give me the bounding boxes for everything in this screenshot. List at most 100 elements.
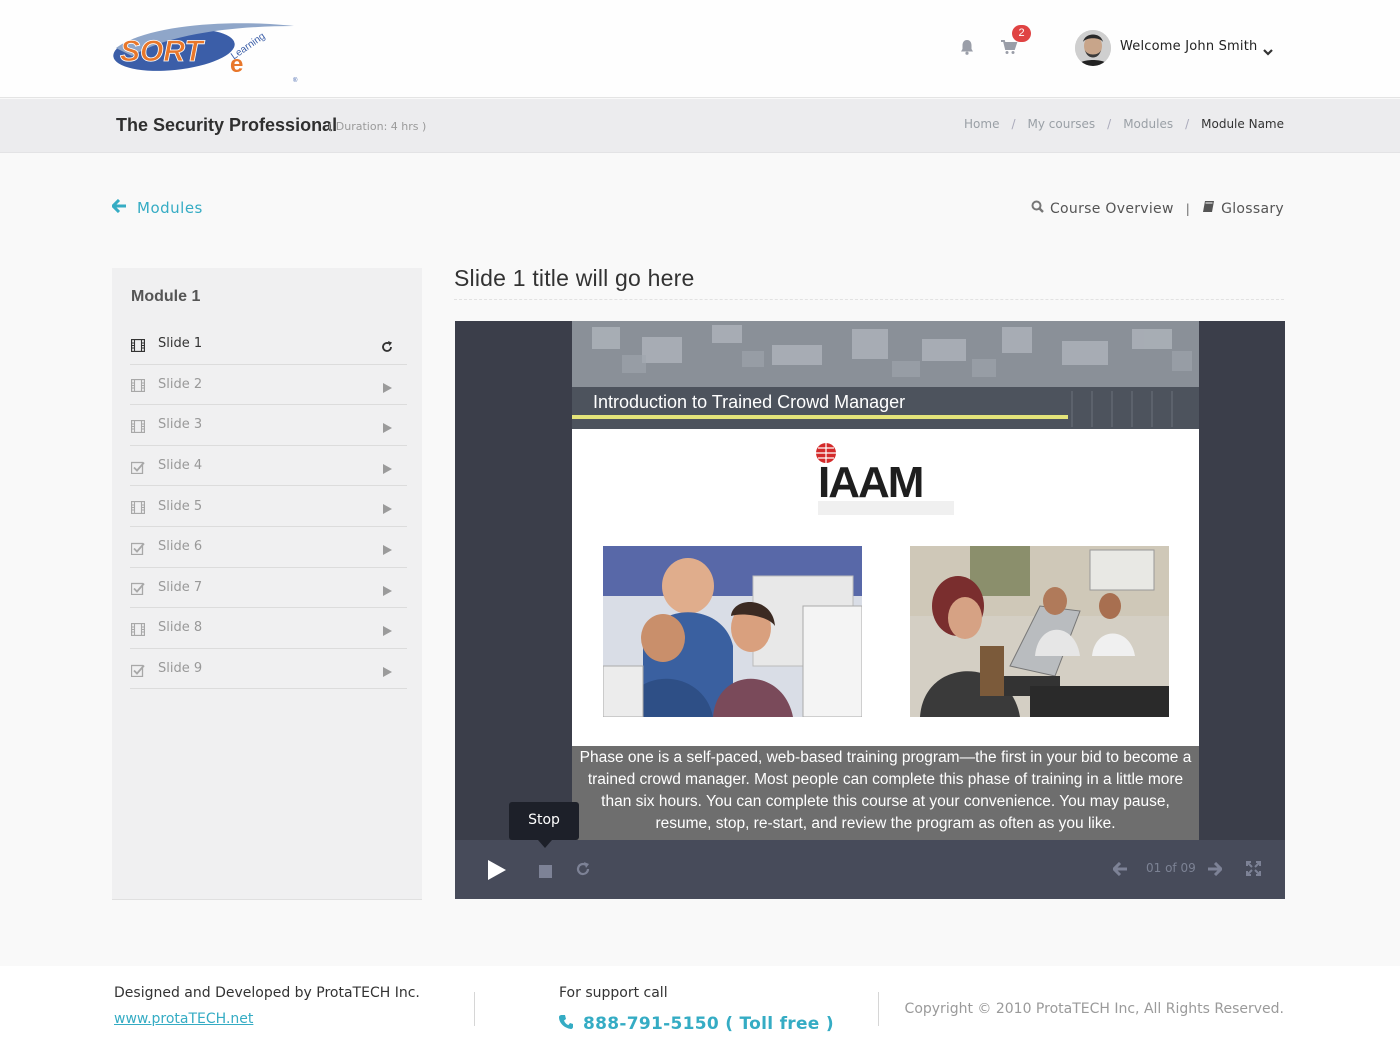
slide-list-item[interactable]: Slide 1 (130, 324, 407, 365)
logo-wordmark: SORT (120, 35, 205, 68)
support-label: For support call (559, 985, 668, 1001)
play-icon[interactable] (381, 622, 393, 637)
checkbox-icon (130, 580, 146, 596)
slide-list-item[interactable]: Slide 3 (130, 405, 407, 446)
back-link-label: Modules (137, 199, 203, 217)
slide-list-item[interactable]: Slide 2 (130, 365, 407, 406)
slide-label: Slide 9 (158, 661, 203, 677)
arrow-left-icon (110, 198, 127, 217)
phone-icon (559, 1014, 573, 1034)
footer-divider (878, 992, 879, 1026)
designed-by-text: Designed and Developed by ProtaTECH Inc. (114, 985, 420, 1001)
breadcrumb-current: Module Name (1201, 117, 1284, 131)
breadcrumb-separator: / (1011, 117, 1016, 131)
footer-divider (474, 992, 475, 1026)
chevron-down-icon[interactable] (1262, 42, 1274, 56)
links-divider: | (1185, 201, 1191, 216)
next-slide-button[interactable] (1207, 861, 1224, 880)
slide-label: Slide 7 (158, 579, 203, 595)
iaam-logo: IAAM (814, 439, 962, 529)
stop-tooltip: Stop (509, 802, 579, 848)
slide-label: Slide 1 (158, 336, 203, 352)
glossary-link[interactable]: Glossary (1221, 201, 1284, 217)
user-avatar[interactable] (1075, 30, 1111, 66)
player-controls: 01 of 09 (455, 840, 1285, 899)
iaam-logo-text: IAAM (818, 458, 922, 507)
training-photo-group (603, 546, 862, 717)
film-icon (130, 337, 146, 352)
logo-registered: ® (293, 77, 298, 84)
module-title: Module 1 (131, 288, 201, 305)
slide-list-item[interactable]: Slide 7 (130, 568, 407, 609)
film-icon (130, 418, 146, 434)
slide-player: Introduction to Trained Crowd Manager IA… (455, 321, 1285, 899)
slide-list: Slide 1 Slide 2 Slide 3 Slide 4 Slide 5 Slide… (130, 324, 407, 690)
cart-count-badge: 2 (1012, 25, 1031, 42)
training-photo-computers (910, 546, 1169, 717)
slide-banner: Introduction to Trained Crowd Manager (572, 321, 1199, 429)
breadcrumb-separator: / (1107, 117, 1112, 131)
sort-elearning-logo[interactable]: SORT Learning e ® (112, 20, 302, 84)
copyright-text: Copyright © 2010 ProtaTECH Inc, All Righ… (904, 1001, 1284, 1017)
slide-counter: 01 of 09 (1146, 861, 1196, 875)
welcome-user-text[interactable]: Welcome John Smith (1120, 39, 1257, 54)
slide-stage: Introduction to Trained Crowd Manager IA… (572, 321, 1199, 840)
breadcrumb-separator: / (1185, 117, 1190, 131)
top-header: SORT Learning e ® 2 Welcome John Smith (0, 0, 1400, 98)
checkbox-icon (130, 459, 146, 474)
support-phone-number: 888-791-5150 ( Toll free ) (583, 1014, 834, 1034)
slide-list-item[interactable]: Slide 4 (130, 446, 407, 487)
film-icon (130, 377, 146, 393)
film-icon (130, 499, 146, 515)
course-links: Course Overview | Glossary (1031, 200, 1284, 217)
slide-list-item[interactable]: Slide 6 (130, 527, 407, 568)
book-icon (1202, 200, 1215, 217)
slide-caption: Phase one is a self-paced, web-based tra… (572, 746, 1199, 840)
breadcrumb-my-courses[interactable]: My courses (1028, 117, 1096, 131)
play-icon[interactable] (381, 500, 393, 515)
course-overview-link[interactable]: Course Overview (1050, 201, 1174, 217)
slide-label: Slide 5 (158, 498, 203, 514)
title-divider (454, 299, 1284, 300)
restart-button[interactable] (575, 861, 591, 881)
back-to-modules-link[interactable]: Modules (110, 198, 203, 217)
support-phone[interactable]: 888-791-5150 ( Toll free ) (559, 1014, 834, 1034)
checkbox-icon (130, 540, 146, 555)
website-link[interactable]: www.protaTECH.net (114, 1011, 253, 1027)
bell-icon[interactable] (958, 38, 978, 58)
play-icon[interactable] (381, 541, 393, 555)
slide-list-item[interactable]: Slide 8 (130, 608, 407, 649)
logo-e: e (230, 51, 243, 78)
slide-label: Slide 6 (158, 539, 203, 555)
stop-button[interactable] (539, 863, 552, 882)
course-duration: ( Duration: 4 hrs ) (328, 120, 427, 133)
breadcrumb-home[interactable]: Home (964, 117, 999, 131)
search-icon (1031, 200, 1044, 217)
play-icon[interactable] (381, 379, 393, 393)
breadcrumb-modules[interactable]: Modules (1123, 117, 1173, 131)
module-sidebar: Module 1 Slide 1 Slide 2 Slide 3 Slide 4 Sli… (112, 268, 422, 900)
slide-list-item[interactable]: Slide 9 (130, 649, 407, 690)
slide-title: Slide 1 title will go here (454, 265, 695, 291)
play-icon[interactable] (381, 582, 393, 596)
slide-label: Slide 4 (158, 458, 203, 474)
refresh-icon[interactable] (381, 338, 393, 352)
previous-slide-button[interactable] (1111, 861, 1128, 880)
film-icon (130, 621, 146, 637)
page-footer: Designed and Developed by ProtaTECH Inc.… (0, 966, 1400, 1062)
slide-label: Slide 3 (158, 417, 203, 433)
slide-list-item[interactable]: Slide 5 (130, 486, 407, 527)
course-title-bar: The Security Professional ( Duration: 4 … (0, 99, 1400, 153)
slide-heading: Introduction to Trained Crowd Manager (593, 392, 906, 412)
slide-label: Slide 8 (158, 620, 203, 636)
play-button[interactable] (486, 859, 508, 885)
checkbox-icon (130, 662, 146, 677)
play-icon[interactable] (381, 419, 393, 434)
slide-label: Slide 2 (158, 376, 203, 392)
breadcrumb: Home / My courses / Modules / Module Nam… (964, 117, 1284, 131)
play-icon[interactable] (381, 460, 393, 474)
slide-heading-underline (572, 415, 1068, 419)
play-icon[interactable] (381, 663, 393, 677)
fullscreen-icon[interactable] (1246, 861, 1261, 880)
course-title: The Security Professional (116, 115, 338, 135)
